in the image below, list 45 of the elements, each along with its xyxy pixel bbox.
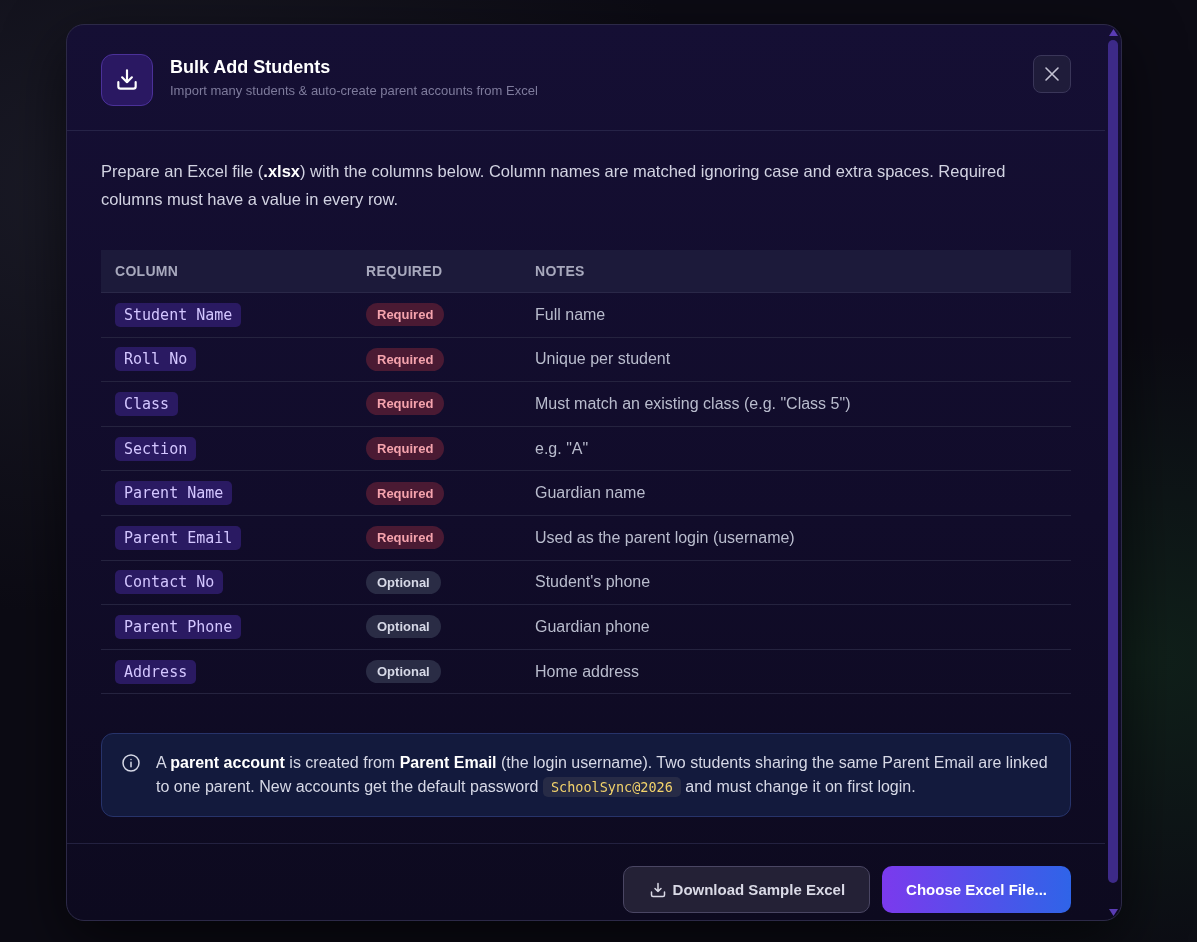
notes-cell: Student's phone xyxy=(535,573,651,592)
dialog-subtitle: Import many students & auto-create parent accounts from Excel xyxy=(170,81,538,99)
requirement-badge: Optional xyxy=(366,570,441,594)
instructions-text: Prepare an Excel file (.xlsx) with the columns below. Column names are matched ignoring case and extra spaces. Required columns must have a value in every row. xyxy=(101,161,1007,210)
scrollbar-thumb[interactable] xyxy=(1108,40,1118,883)
column-header: NOTES xyxy=(535,263,585,279)
requirement-badge: Required xyxy=(366,392,445,416)
notes-cell: Home address xyxy=(535,662,640,681)
password-code: SchoolSync@2026 xyxy=(542,777,681,798)
column-name-tag: Student Name xyxy=(115,302,242,327)
notes-cell: Guardian phone xyxy=(535,617,650,636)
column-name-tag: Section xyxy=(115,436,197,461)
requirement-badge: Required xyxy=(366,481,445,505)
notes-cell: Must match an existing class (e.g. "Class 5") xyxy=(535,395,851,413)
column-name-tag: Parent Phone xyxy=(115,614,242,639)
column-name-tag: Parent Name xyxy=(115,481,233,506)
choose-file-button[interactable]: Choose Excel File... xyxy=(882,866,1071,914)
requirement-badge: Required xyxy=(366,526,445,550)
info-icon xyxy=(122,754,140,773)
column-name-tag: Roll No xyxy=(115,347,197,372)
notes-cell: Full name xyxy=(535,305,606,324)
dialog-title: Bulk Add Students xyxy=(170,55,331,78)
requirement-badge: Optional xyxy=(366,660,441,684)
column-name-tag: Address xyxy=(115,659,197,684)
notes-cell: Guardian name xyxy=(535,484,646,503)
download-sample-button[interactable]: Download Sample Excel xyxy=(622,866,871,914)
notes-cell: Used as the parent login (username) xyxy=(535,528,795,547)
close-button[interactable] xyxy=(1033,55,1071,93)
requirement-badge: Required xyxy=(366,347,445,371)
notes-cell: Unique per student xyxy=(535,350,671,369)
scroll-up-icon[interactable] xyxy=(1108,29,1118,36)
requirement-badge: Required xyxy=(366,437,445,461)
info-text: A parent account is created from Parent Email (the login username). Two students sharing the same Parent Email are linked to one parent. New accounts get the default password SchoolSync@2026 and must change it on first login. xyxy=(156,753,1049,800)
column-name-tag: Parent Email xyxy=(115,525,242,550)
scroll-down-icon[interactable] xyxy=(1108,909,1118,916)
requirement-badge: Optional xyxy=(366,615,441,639)
requirement-badge: Required xyxy=(366,303,445,327)
column-name-tag: Contact No xyxy=(115,570,224,595)
notes-cell: e.g. "A" xyxy=(535,439,589,458)
column-header: COLUMN xyxy=(115,263,179,279)
column-name-tag: Class xyxy=(115,392,179,416)
download-icon xyxy=(649,881,666,898)
download-icon xyxy=(101,54,153,106)
close-icon xyxy=(1044,66,1060,82)
column-header: REQUIRED xyxy=(366,263,443,279)
